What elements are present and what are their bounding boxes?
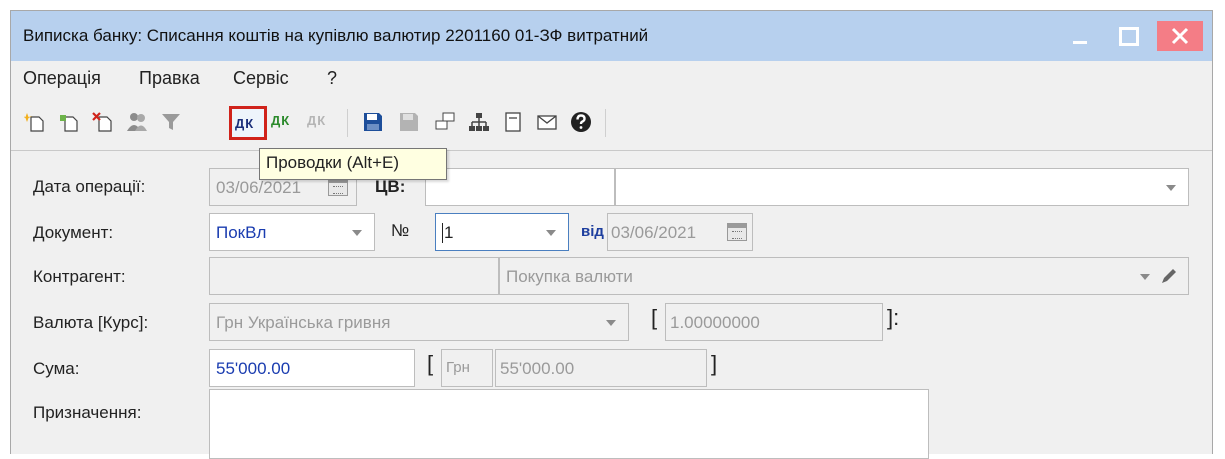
rate-bracket-close: ]:	[887, 305, 900, 330]
counterparty-label: Контрагент:	[33, 267, 126, 286]
save-icon	[364, 113, 382, 131]
sum-label: Сума:	[33, 359, 80, 378]
email-button[interactable]	[533, 106, 561, 140]
chevron-down-icon[interactable]	[352, 230, 362, 236]
document-label: Документ:	[33, 223, 114, 242]
currency-value: Грн Українська гривня	[216, 313, 391, 332]
rate-bracket-open: [	[651, 305, 658, 330]
hierarchy-icon	[469, 113, 489, 131]
calendar-icon[interactable]	[328, 178, 348, 196]
close-icon	[1171, 27, 1189, 45]
dk-disabled-icon: ДК	[307, 113, 327, 128]
calendar-icon[interactable]	[727, 223, 747, 241]
document-value: ПокВл	[216, 223, 267, 242]
menu-help[interactable]: ?	[327, 68, 337, 89]
sum-bracket-open: [	[427, 351, 434, 376]
chat-button[interactable]	[431, 106, 459, 140]
toolbar-separator	[347, 109, 348, 137]
number-value: 1	[444, 223, 454, 242]
entries-disabled-button[interactable]: ДК	[305, 106, 333, 140]
entries-tooltip: Проводки (Alt+E)	[259, 148, 447, 180]
chevron-down-icon[interactable]	[1140, 274, 1150, 280]
bank-statement-window: Виписка банку: Списання коштів на купівл…	[10, 10, 1213, 459]
entries-import-button[interactable]: ДК	[269, 106, 297, 140]
title-bar[interactable]: Виписка банку: Списання коштів на купівл…	[11, 11, 1212, 61]
purpose-label: Призначення:	[33, 403, 142, 422]
delete-document-icon	[92, 112, 112, 132]
toolbar-separator	[605, 109, 606, 137]
new-document-button[interactable]	[21, 106, 49, 140]
toolbar-divider	[11, 150, 1212, 151]
chevron-down-icon[interactable]	[546, 230, 556, 236]
maximize-button[interactable]	[1107, 21, 1147, 51]
save-disabled-icon	[400, 113, 418, 131]
date-value: 03/06/2021	[216, 178, 302, 197]
sum-currency: Грн	[446, 359, 470, 376]
hierarchy-button[interactable]	[465, 106, 493, 140]
sum-currency-field[interactable]: Грн	[441, 349, 493, 387]
counterparty-desc: Покупка валюти	[506, 267, 633, 286]
save-disabled-button[interactable]	[395, 106, 423, 140]
rate-value: 1.00000000	[670, 313, 760, 332]
rate-field[interactable]: 1.00000000	[665, 303, 883, 341]
document-view-icon	[505, 112, 521, 132]
sum-field[interactable]: 55'000.00	[209, 349, 415, 387]
purpose-textarea[interactable]	[209, 389, 929, 459]
chat-icon	[435, 112, 455, 130]
entries-button[interactable]: ДК	[229, 106, 267, 140]
copy-document-button[interactable]	[55, 106, 83, 140]
currency-label: Валюта [Курс]:	[33, 313, 149, 332]
from-label: від	[581, 223, 604, 240]
date-label: Дата операції:	[33, 177, 146, 196]
save-button[interactable]	[359, 106, 387, 140]
currency-select[interactable]: Грн Українська гривня	[209, 303, 629, 341]
text-cursor	[442, 223, 443, 243]
menu-operation[interactable]: Операція	[23, 68, 101, 89]
delete-document-button[interactable]	[89, 106, 117, 140]
sum-value: 55'000.00	[216, 359, 291, 378]
email-icon	[537, 115, 557, 130]
cv-name-select[interactable]	[615, 168, 1189, 206]
people-icon	[127, 113, 147, 131]
cv-label: ЦВ:	[375, 177, 406, 196]
sum-equiv: 55'000.00	[500, 359, 575, 378]
sum-equiv-field[interactable]: 55'000.00	[495, 349, 707, 387]
cv-code-field[interactable]	[425, 168, 615, 206]
pencil-icon[interactable]	[1160, 267, 1178, 285]
chevron-down-icon[interactable]	[606, 320, 616, 326]
menu-service[interactable]: Сервіс	[233, 68, 289, 89]
menu-edit[interactable]: Правка	[139, 68, 200, 89]
close-button[interactable]	[1157, 21, 1203, 51]
filter-button[interactable]	[157, 106, 185, 140]
new-document-icon	[24, 113, 44, 132]
help-icon	[571, 112, 591, 132]
filter-icon	[162, 114, 180, 130]
sum-bracket-close: ]	[711, 351, 718, 376]
counterparty-name-field[interactable]: Покупка валюти	[499, 257, 1189, 295]
number-label: №	[391, 221, 410, 240]
dk-icon: ДК	[235, 116, 255, 131]
dk-green-icon: ДК	[271, 113, 291, 128]
number-select[interactable]: 1	[435, 213, 569, 251]
document-select[interactable]: ПокВл	[209, 213, 375, 251]
toolbar: ДК ДК ДК	[11, 99, 1212, 149]
people-button[interactable]	[123, 106, 151, 140]
menu-bar: Операція Правка Сервіс ?	[11, 61, 1212, 99]
document-view-button[interactable]	[499, 106, 527, 140]
from-date-value: 03/06/2021	[611, 223, 697, 242]
minimize-button[interactable]	[1059, 21, 1099, 51]
window-title: Виписка банку: Списання коштів на купівл…	[23, 26, 649, 45]
chevron-down-icon[interactable]	[1166, 185, 1176, 191]
help-button[interactable]	[567, 106, 595, 140]
copy-document-icon	[60, 115, 78, 132]
counterparty-code-field[interactable]	[209, 257, 499, 295]
